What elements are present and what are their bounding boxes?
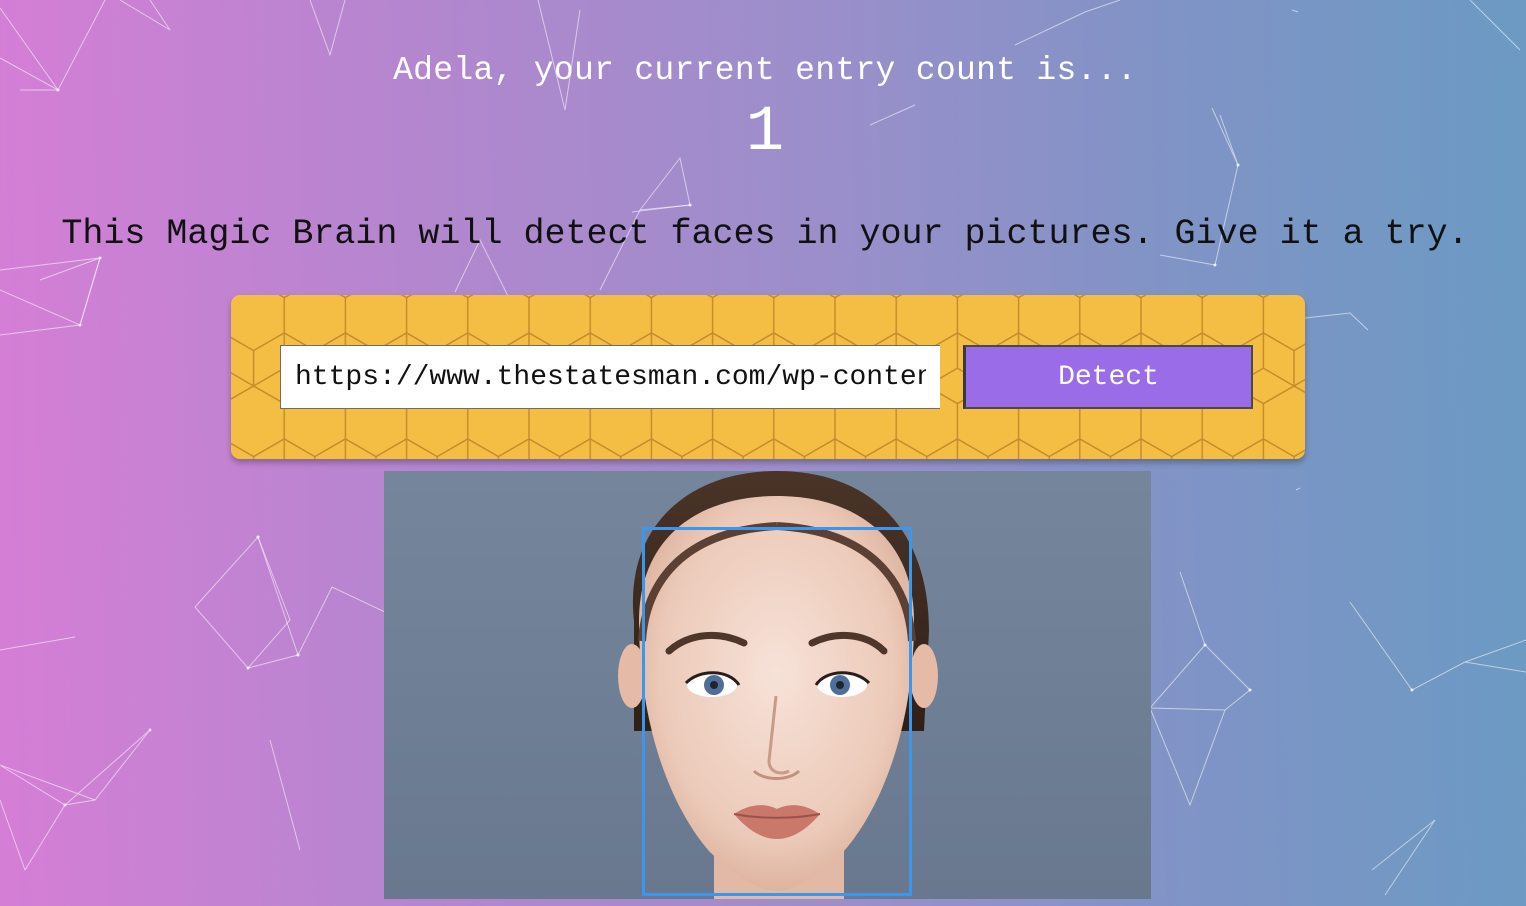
detect-button[interactable]: Detect — [963, 345, 1253, 409]
entry-count-value: 1 — [745, 97, 785, 169]
face-bounding-box — [642, 527, 912, 896]
image-url-input[interactable] — [280, 345, 940, 409]
face-image — [384, 471, 1151, 899]
entry-count-greeting: Adela, your current entry count is... — [393, 52, 1137, 89]
image-link-form: Detect — [231, 295, 1305, 459]
app-tagline: This Magic Brain will detect faces in yo… — [61, 214, 1469, 254]
